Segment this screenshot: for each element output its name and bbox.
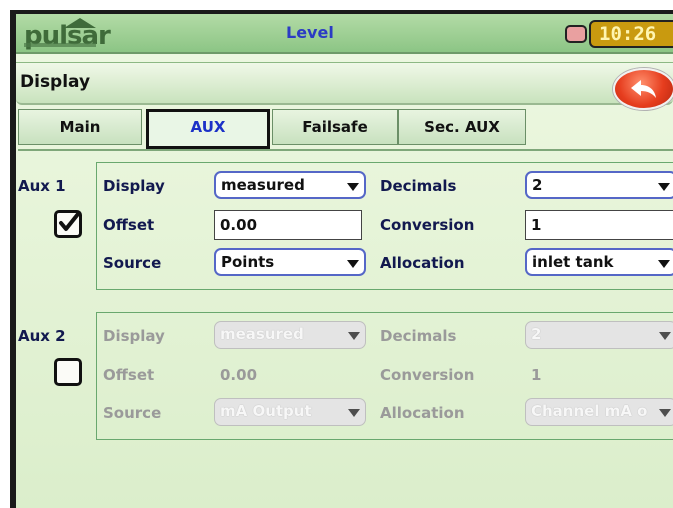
aux1-decimals-select[interactable]: 2 [525,171,673,199]
top-bar: pulsar Level 10:26 [16,14,673,54]
screen-title: Level [286,23,334,42]
tab-aux[interactable]: AUX [146,109,270,149]
aux2-display-select[interactable]: measured [214,321,366,349]
page-title: Display [20,72,91,92]
dropdown-arrow-icon [347,183,359,191]
dropdown-arrow-icon [659,409,671,417]
dropdown-arrow-icon [658,260,670,268]
aux2-source-label: Source [103,404,162,422]
dropdown-arrow-icon [658,183,670,191]
aux2-display-value: measured [220,325,304,343]
aux1-display-select[interactable]: measured [214,171,366,199]
tab-failsafe[interactable]: Failsafe [272,109,398,145]
aux2-decimals-label: Decimals [380,327,457,345]
aux1-display-label: Display [103,177,165,195]
aux2-source-select[interactable]: mA Output [214,398,366,426]
aux1-decimals-value: 2 [532,176,543,194]
aux1-allocation-label: Allocation [380,254,465,272]
aux1-conversion-input[interactable]: 1 [525,210,673,240]
aux1-source-label: Source [103,254,162,272]
device-frame: pulsar Level 10:26 Display Main AUX Fail… [10,10,673,508]
screen: pulsar Level 10:26 Display Main AUX Fail… [16,14,673,508]
aux2-allocation-value: Channel mA o [531,402,648,420]
clock-display: 10:26 [589,20,673,48]
aux1-allocation-select[interactable]: inlet tank [525,248,673,276]
checkmark-icon [59,212,80,231]
aux1-panel: Display measured Decimals 2 Offset 0.00 … [96,162,673,290]
aux2-display-label: Display [103,327,165,345]
aux2-checkbox[interactable] [54,358,82,386]
aux1-offset-input[interactable]: 0.00 [214,210,362,240]
dropdown-arrow-icon [347,260,359,268]
aux2-allocation-select[interactable]: Channel mA o [525,398,673,426]
dropdown-arrow-icon [348,332,360,340]
tab-strip: Main AUX Failsafe Sec. AUX [18,109,673,151]
aux1-offset-label: Offset [103,216,155,234]
back-arrow-icon [631,80,656,98]
aux1-decimals-label: Decimals [380,177,457,195]
aux1-source-select[interactable]: Points [214,248,366,276]
aux1-checkbox[interactable] [54,210,82,238]
aux2-conversion-label: Conversion [380,366,475,384]
aux2-offset-value: 0.00 [220,366,258,384]
aux1-label: Aux 1 [18,177,66,195]
aux2-decimals-value: 2 [531,325,542,343]
pulsar-logo: pulsar [24,18,132,51]
aux1-conversion-label: Conversion [380,216,475,234]
aux2-panel: Display measured Decimals 2 Offset 0.00 … [96,312,673,440]
header-bar: Display [16,62,673,110]
aux1-allocation-value: inlet tank [532,253,614,271]
aux2-allocation-label: Allocation [380,404,465,422]
tab-main[interactable]: Main [18,109,142,145]
aux1-source-value: Points [221,253,275,271]
aux2-conversion-value: 1 [531,366,542,384]
status-led-icon [565,25,587,43]
aux2-source-value: mA Output [220,402,312,420]
tab-sec-aux[interactable]: Sec. AUX [398,109,526,145]
dropdown-arrow-icon [348,409,360,417]
aux1-display-value: measured [221,176,305,194]
aux2-decimals-select[interactable]: 2 [525,321,673,349]
back-button[interactable] [613,68,673,110]
aux2-offset-label: Offset [103,366,155,384]
logo-tagline-strip [24,43,96,47]
dropdown-arrow-icon [659,332,671,340]
aux2-label: Aux 2 [18,327,66,345]
